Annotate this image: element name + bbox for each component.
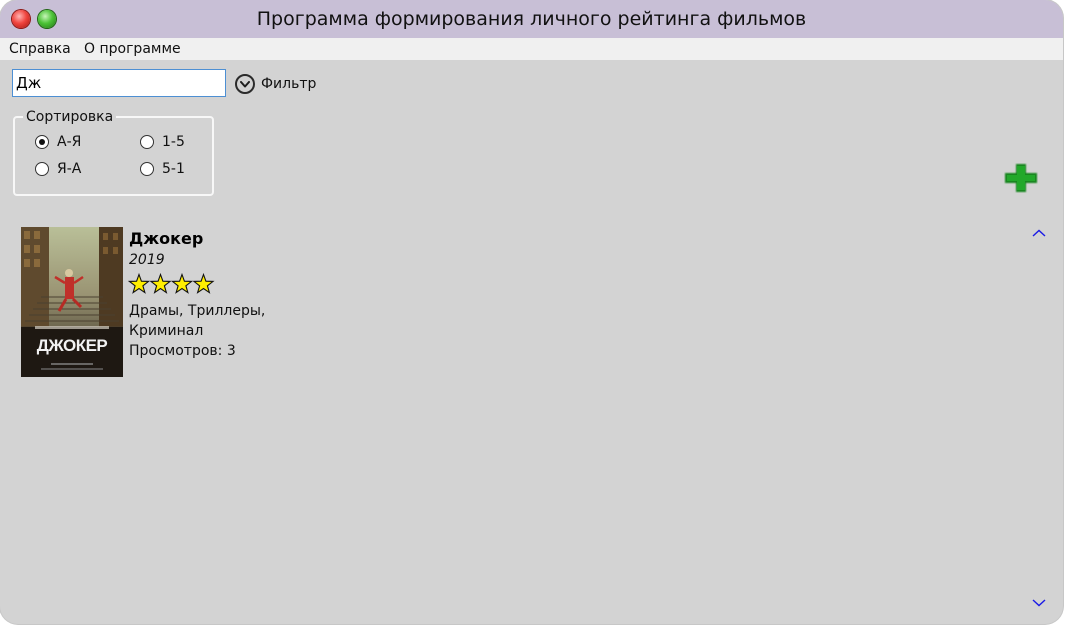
sort-radio-5-1[interactable]: 5-1 [140,161,185,177]
poster-title-text: ДЖОКЕР [36,336,108,355]
app-window: Программа формирования личного рейтинга … [0,0,1063,624]
scroll-up-button[interactable] [1031,224,1047,237]
sort-group: Сортировка А-Я 1-5 Я-А 5-1 [13,109,214,196]
sort-radio-label: Я-А [57,161,82,177]
add-movie-button[interactable] [1004,163,1038,193]
filter-label: Фильтр [261,76,317,92]
movie-poster: ДЖОКЕР [21,227,123,377]
sort-radio-a-z[interactable]: А-Я [35,134,81,150]
movie-rating [127,272,218,295]
radio-indicator-checked [35,135,49,149]
menu-bar: Справка О программе [0,38,1063,60]
star-icon [149,272,172,294]
movie-card[interactable]: ДЖОКЕР Джокер 2019 Драмы, Триллеры, Крим… [21,227,321,377]
chevron-down-icon [1032,599,1046,607]
sort-radio-1-5[interactable]: 1-5 [140,134,185,150]
scroll-down-button[interactable] [1031,594,1047,607]
radio-indicator [140,162,154,176]
title-bar[interactable]: Программа формирования личного рейтинга … [0,0,1063,38]
movie-genres: Драмы, Триллеры, Криминал [129,303,266,339]
menu-about[interactable]: О программе [84,38,181,60]
sort-radio-label: 1-5 [162,134,185,150]
sort-radio-label: А-Я [57,134,82,150]
star-icon [170,272,194,294]
menu-help[interactable]: Справка [9,38,71,60]
chevron-down-icon [235,74,255,94]
window-title: Программа формирования личного рейтинга … [256,8,807,30]
star-icon [192,272,215,294]
radio-indicator [140,135,154,149]
filter-toggle-button[interactable]: Фильтр [235,72,316,96]
rating-stars [127,272,215,294]
search-input[interactable] [12,69,226,97]
sort-radio-z-a[interactable]: Я-А [35,161,81,177]
chevron-up-icon [1032,229,1046,237]
movie-year: 2019 [129,252,165,268]
star-icon [127,272,151,294]
movie-title: Джокер [129,229,204,248]
radio-indicator [35,162,49,176]
movie-views: Просмотров: 3 [129,343,236,359]
sort-legend: Сортировка [23,109,117,125]
plus-icon [1005,164,1037,192]
sort-radio-label: 5-1 [162,161,185,177]
